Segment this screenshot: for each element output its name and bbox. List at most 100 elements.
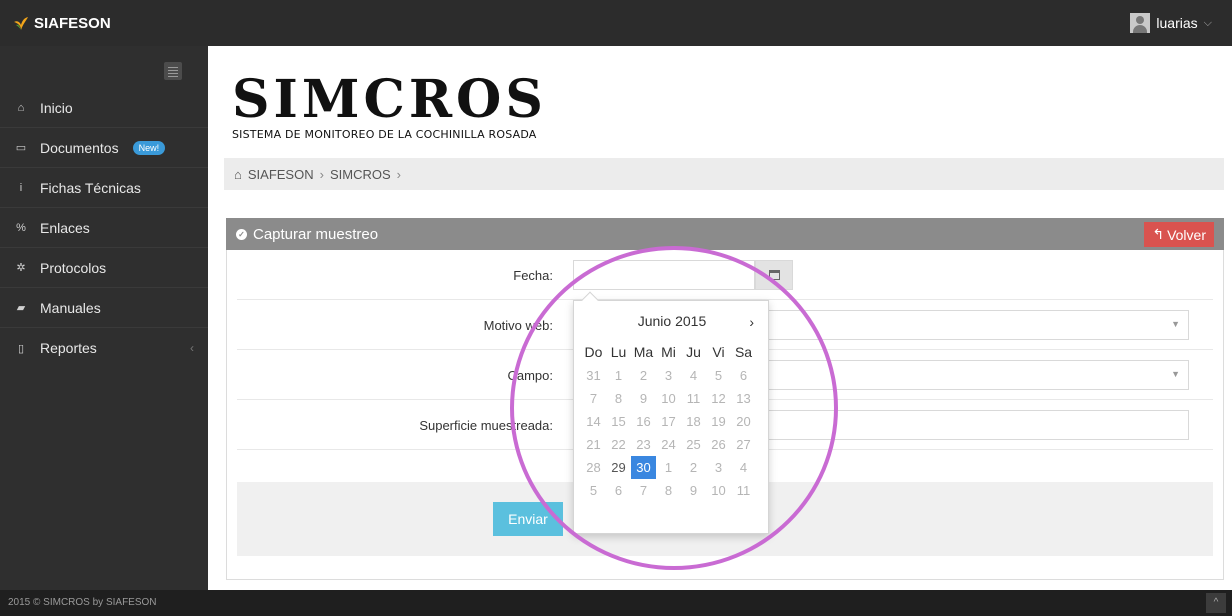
calendar-day[interactable]: 11: [731, 479, 756, 502]
sidebar-nav: ⌂ Inicio ▭ Documentos New! i Fichas Técn…: [0, 88, 208, 368]
menu-toggle-button[interactable]: [164, 62, 182, 80]
sidebar-item-label: Documentos: [40, 139, 119, 156]
brand-name: SIAFESON: [34, 14, 111, 32]
calendar-day[interactable]: 23: [631, 433, 656, 456]
calendar-day[interactable]: 25: [681, 433, 706, 456]
calendar-day[interactable]: 21: [581, 433, 606, 456]
calendar-icon: [769, 270, 780, 280]
datepicker-grid: Do Lu Ma Mi Ju Vi Sa 31 1 2 3 4 5 6 7 8 9 10 11 12 13 14 15 16 1…: [581, 341, 756, 502]
calendar-day[interactable]: 27: [731, 433, 756, 456]
datepicker-month[interactable]: Junio 2015: [574, 313, 770, 329]
calendar-day[interactable]: 1: [656, 456, 681, 479]
calendar-day[interactable]: 1: [606, 364, 631, 387]
sidebar-item-label: Reportes: [40, 340, 97, 356]
calendar-day[interactable]: 3: [706, 456, 731, 479]
calendar-day[interactable]: 20: [731, 410, 756, 433]
info-icon: i: [19, 181, 23, 194]
leaf-logo-icon: [14, 17, 28, 30]
breadcrumb-item-simcros[interactable]: SIMCROS: [330, 167, 391, 182]
fecha-input[interactable]: [573, 260, 755, 290]
submit-button[interactable]: Enviar: [493, 502, 563, 536]
sidebar-item-label: Protocolos: [40, 259, 107, 276]
sidebar-item-manuales[interactable]: ▰ Manuales: [0, 288, 208, 328]
calendar-day[interactable]: 7: [581, 387, 606, 410]
weekday-header: Ma: [633, 344, 654, 360]
datepicker-popup: Junio 2015 › Do Lu Ma Mi Ju Vi Sa 31 1 2 3 4 5 6 7 8 9 10…: [573, 291, 770, 534]
calendar-day[interactable]: 10: [656, 387, 681, 410]
sidebar-item-label: Inicio: [40, 99, 73, 116]
reply-icon: ↰: [1152, 226, 1165, 242]
calendar-day[interactable]: 28: [581, 456, 606, 479]
calendar-day-selected[interactable]: 30: [631, 456, 656, 479]
sidebar: ⌂ Inicio ▭ Documentos New! i Fichas Técn…: [0, 46, 208, 590]
weekday-header: Sa: [734, 344, 753, 360]
calendar-button[interactable]: [755, 260, 793, 290]
book-icon: ▰: [16, 302, 26, 314]
calendar-day[interactable]: 5: [706, 364, 731, 387]
calendar-day[interactable]: 16: [631, 410, 656, 433]
sidebar-item-label: Manuales: [40, 299, 101, 316]
back-button[interactable]: ↰ Volver: [1144, 222, 1214, 247]
weekday-header: Mi: [661, 344, 676, 360]
calendar-day[interactable]: 11: [681, 387, 706, 410]
footer: 2015 © SIMCROS by SIAFESON ^: [0, 590, 1232, 616]
link-icon: %: [16, 221, 26, 234]
calendar-day[interactable]: 8: [656, 479, 681, 502]
sidebar-item-documentos[interactable]: ▭ Documentos New!: [0, 128, 208, 168]
calendar-day[interactable]: 3: [656, 364, 681, 387]
calendar-day[interactable]: 2: [631, 364, 656, 387]
breadcrumb-item-siafeson[interactable]: SIAFESON: [248, 167, 314, 182]
sidebar-item-inicio[interactable]: ⌂ Inicio: [0, 88, 208, 128]
calendar-day[interactable]: 6: [731, 364, 756, 387]
folder-icon: ▭: [15, 142, 27, 154]
calendar-day[interactable]: 9: [681, 479, 706, 502]
superficie-label: Superficie muestreada:: [419, 418, 553, 433]
calendar-day[interactable]: 5: [581, 479, 606, 502]
calendar-day[interactable]: 12: [706, 387, 731, 410]
panel-header: ✓ Capturar muestreo ↰ Volver: [226, 218, 1224, 250]
chevron-down-icon: ⌵: [1203, 16, 1212, 29]
calendar-day[interactable]: 8: [606, 387, 631, 410]
brand[interactable]: SIAFESON: [0, 0, 208, 46]
panel-title: Capturar muestreo: [253, 225, 379, 243]
motivo-label: Motivo web:: [483, 318, 553, 333]
calendar-day[interactable]: 22: [606, 433, 631, 456]
back-button-label: Volver: [1167, 226, 1206, 243]
calendar-day[interactable]: 9: [631, 387, 656, 410]
calendar-day[interactable]: 2: [681, 456, 706, 479]
calendar-day[interactable]: 4: [681, 364, 706, 387]
chevron-left-icon: ‹: [190, 341, 194, 355]
calendar-day[interactable]: 15: [606, 410, 631, 433]
calendar-day[interactable]: 31: [581, 364, 606, 387]
calendar-day[interactable]: 14: [581, 410, 606, 433]
select-arrow-icon: ▼: [1171, 319, 1180, 329]
calendar-day[interactable]: 4: [731, 456, 756, 479]
sidebar-item-fichas-tecnicas[interactable]: i Fichas Técnicas: [0, 168, 208, 208]
calendar-day[interactable]: 7: [631, 479, 656, 502]
calendar-day[interactable]: 10: [706, 479, 731, 502]
calendar-day[interactable]: 19: [706, 410, 731, 433]
calendar-day[interactable]: 24: [656, 433, 681, 456]
weekday-header: Do: [584, 344, 603, 360]
gear-icon: ✲: [16, 262, 26, 274]
campo-label: Campo:: [507, 368, 553, 383]
sidebar-item-label: Fichas Técnicas: [40, 179, 141, 196]
select-arrow-icon: ▼: [1171, 369, 1180, 379]
next-month-button[interactable]: ›: [749, 314, 754, 330]
sidebar-item-enlaces[interactable]: % Enlaces: [0, 208, 208, 248]
calendar-day[interactable]: 13: [731, 387, 756, 410]
calendar-day[interactable]: 17: [656, 410, 681, 433]
calendar-day[interactable]: 18: [681, 410, 706, 433]
home-icon[interactable]: ⌂: [234, 167, 242, 182]
user-menu[interactable]: luarias ⌵: [1130, 13, 1212, 33]
logo-title: SIMCROS: [232, 69, 547, 130]
breadcrumb-separator: ›: [319, 166, 324, 182]
sidebar-item-reportes[interactable]: ▯ Reportes ‹: [0, 328, 208, 368]
scroll-top-button[interactable]: ^: [1206, 593, 1226, 613]
calendar-day[interactable]: 29: [606, 456, 631, 479]
calendar-day[interactable]: 26: [706, 433, 731, 456]
calendar-day[interactable]: 6: [606, 479, 631, 502]
sidebar-item-protocolos[interactable]: ✲ Protocolos: [0, 248, 208, 288]
new-badge: New!: [132, 140, 166, 155]
logo-subtitle: SISTEMA DE MONITOREO DE LA COCHINILLA RO…: [232, 128, 537, 141]
